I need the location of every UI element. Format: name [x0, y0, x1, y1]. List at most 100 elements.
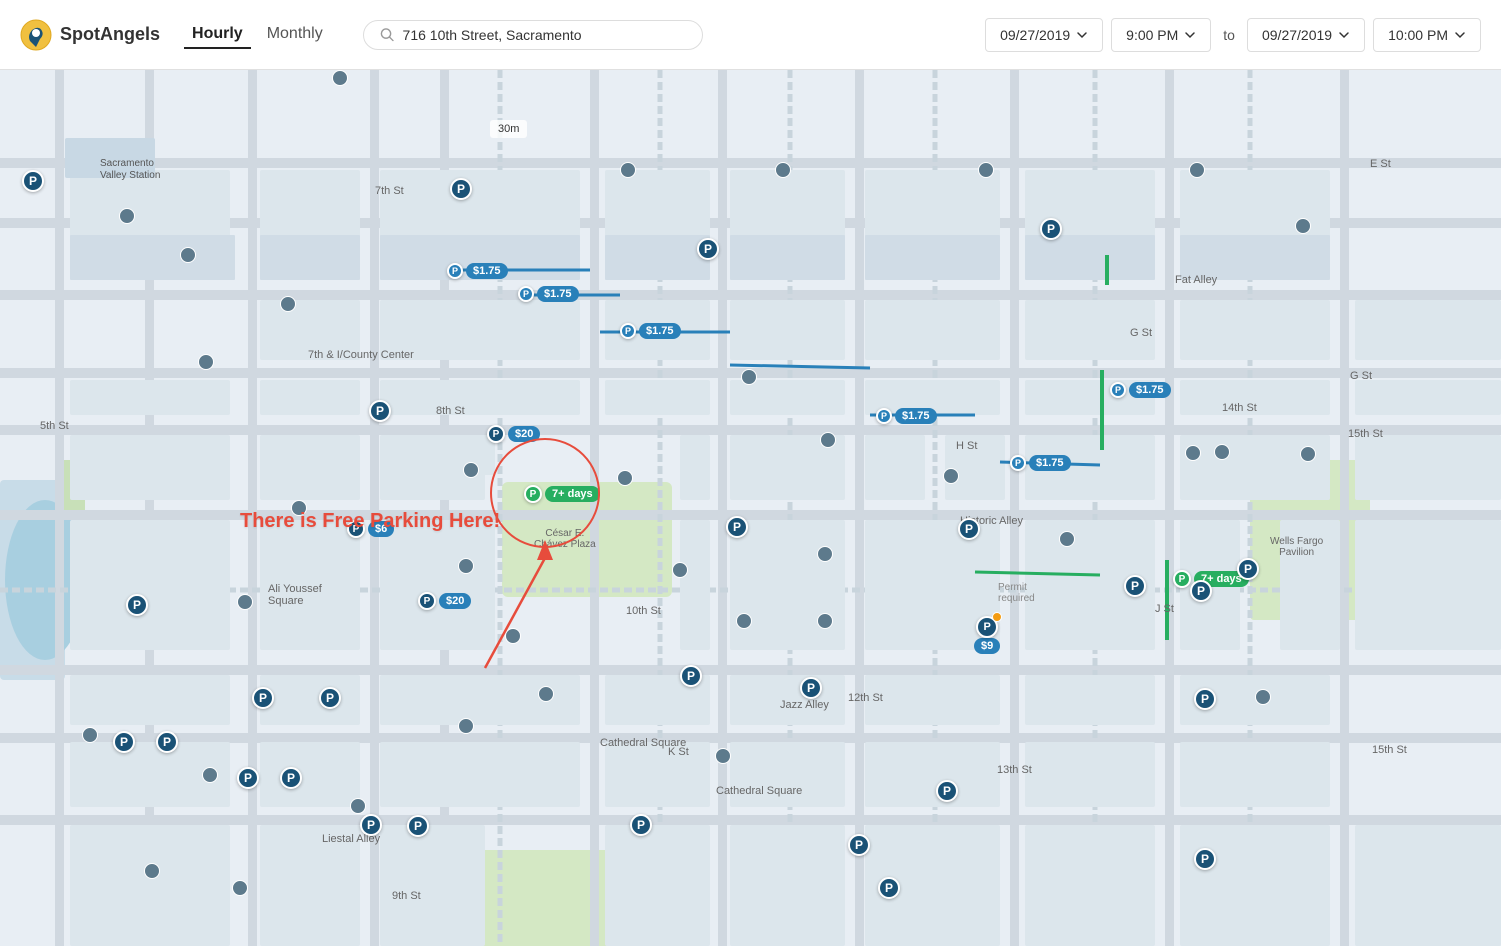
parking-marker[interactable]: [736, 613, 752, 629]
price-marker-6[interactable]: P $1.75: [1110, 382, 1171, 398]
street-g-2: G St: [1350, 370, 1372, 382]
parking-marker[interactable]: [144, 863, 160, 879]
street-15th-2: 15th St: [1372, 744, 1407, 756]
parking-marker[interactable]: [715, 748, 731, 764]
parking-marker[interactable]: P: [252, 687, 274, 709]
street-15th-1: 15th St: [1348, 428, 1383, 440]
parking-marker[interactable]: [943, 468, 959, 484]
parking-marker[interactable]: P: [878, 877, 900, 899]
parking-marker[interactable]: P: [319, 687, 341, 709]
parking-marker[interactable]: [1300, 446, 1316, 462]
parking-marker[interactable]: [620, 162, 636, 178]
parking-marker[interactable]: P: [630, 814, 652, 836]
price-marker-20-2[interactable]: P $20: [418, 592, 471, 610]
parking-marker[interactable]: P: [450, 178, 472, 200]
parking-marker[interactable]: [350, 798, 366, 814]
price-marker-1[interactable]: P $1.75: [447, 263, 508, 279]
parking-marker[interactable]: [1189, 162, 1205, 178]
parking-marker[interactable]: P: [680, 665, 702, 687]
time-to-dropdown[interactable]: 10:00 PM: [1373, 18, 1481, 52]
parking-marker[interactable]: [82, 727, 98, 743]
parking-marker[interactable]: [198, 354, 214, 370]
parking-marker[interactable]: P: [126, 594, 148, 616]
price-marker-20-1[interactable]: P $20: [487, 425, 540, 443]
parking-marker[interactable]: [741, 369, 757, 385]
street-j-1: J St: [1155, 603, 1174, 615]
price-marker-5[interactable]: P $1.75: [1010, 455, 1071, 471]
parking-marker[interactable]: [817, 546, 833, 562]
parking-marker[interactable]: [458, 558, 474, 574]
parking-marker[interactable]: P: [1124, 575, 1146, 597]
parking-marker[interactable]: P: [360, 814, 382, 836]
parking-marker[interactable]: [291, 500, 307, 516]
parking-marker[interactable]: P: [936, 780, 958, 802]
logo[interactable]: SpotAngels: [20, 19, 160, 51]
parking-marker[interactable]: P: [1194, 848, 1216, 870]
price-marker-3[interactable]: P $1.75: [620, 323, 681, 339]
header: SpotAngels Hourly Monthly 09/27/2019 9:0…: [0, 0, 1501, 70]
parking-marker[interactable]: P: [156, 731, 178, 753]
parking-marker[interactable]: P: [22, 170, 44, 192]
price-marker-9[interactable]: P $9: [974, 616, 1000, 654]
parking-marker[interactable]: P: [1237, 558, 1259, 580]
parking-marker[interactable]: [817, 613, 833, 629]
parking-marker[interactable]: [820, 432, 836, 448]
parking-marker[interactable]: [232, 880, 248, 896]
parking-marker[interactable]: P: [1040, 218, 1062, 240]
label-chavez-plaza: César E.Chávez Plaza: [534, 528, 596, 550]
chevron-down-icon: [1184, 29, 1196, 41]
price-marker-2[interactable]: P $1.75: [518, 286, 579, 302]
parking-marker[interactable]: P: [726, 516, 748, 538]
parking-marker[interactable]: [672, 562, 688, 578]
parking-marker[interactable]: [1185, 445, 1201, 461]
parking-marker[interactable]: [1059, 531, 1075, 547]
map-background: [0, 70, 1501, 946]
parking-marker[interactable]: P: [280, 767, 302, 789]
street-5th: 5th St: [40, 420, 69, 432]
parking-marker[interactable]: [978, 162, 994, 178]
parking-marker[interactable]: P: [113, 731, 135, 753]
parking-marker[interactable]: [1214, 444, 1230, 460]
parking-marker[interactable]: [617, 470, 633, 486]
map[interactable]: 30m SacramentoValley Station 7th & I/Cou…: [0, 70, 1501, 946]
parking-marker[interactable]: [538, 686, 554, 702]
parking-marker[interactable]: [119, 208, 135, 224]
street-13th: 13th St: [997, 764, 1032, 776]
search-input[interactable]: [403, 27, 686, 43]
price-marker-6-1[interactable]: P $6: [347, 520, 394, 538]
parking-marker[interactable]: P: [800, 677, 822, 699]
parking-marker[interactable]: [1295, 218, 1311, 234]
label-sacramento-valley: SacramentoValley Station: [100, 158, 160, 182]
parking-marker[interactable]: P: [958, 518, 980, 540]
parking-marker[interactable]: P: [1190, 580, 1212, 602]
parking-marker[interactable]: P: [697, 238, 719, 260]
parking-marker[interactable]: P: [407, 815, 429, 837]
time-from-dropdown[interactable]: 9:00 PM: [1111, 18, 1211, 52]
label-wells-fargo: Wells FargoPavilion: [1270, 536, 1323, 558]
parking-marker[interactable]: [775, 162, 791, 178]
date-from-dropdown[interactable]: 09/27/2019: [985, 18, 1103, 52]
parking-marker[interactable]: P: [369, 400, 391, 422]
date-to-dropdown[interactable]: 09/27/2019: [1247, 18, 1365, 52]
street-10th: 10th St: [626, 605, 661, 617]
parking-marker[interactable]: P: [1194, 688, 1216, 710]
parking-marker[interactable]: [202, 767, 218, 783]
parking-marker[interactable]: [280, 296, 296, 312]
parking-marker[interactable]: [1255, 689, 1271, 705]
parking-marker[interactable]: [180, 247, 196, 263]
parking-marker[interactable]: [237, 594, 253, 610]
street-14th: 14th St: [1222, 402, 1257, 414]
nav-monthly[interactable]: Monthly: [259, 21, 331, 49]
parking-marker[interactable]: [458, 718, 474, 734]
street-g-1: G St: [1130, 327, 1152, 339]
nav-hourly[interactable]: Hourly: [184, 21, 251, 49]
price-marker-4[interactable]: P $1.75: [876, 408, 937, 424]
main-nav: Hourly Monthly: [184, 21, 331, 49]
parking-marker[interactable]: [505, 628, 521, 644]
parking-marker[interactable]: P: [237, 767, 259, 789]
label-cathedral-square-2: Cathedral Square: [716, 785, 802, 797]
parking-marker[interactable]: [463, 462, 479, 478]
parking-marker[interactable]: P: [848, 834, 870, 856]
free-marker-1[interactable]: P 7+ days: [524, 485, 600, 503]
parking-marker[interactable]: [332, 70, 348, 86]
